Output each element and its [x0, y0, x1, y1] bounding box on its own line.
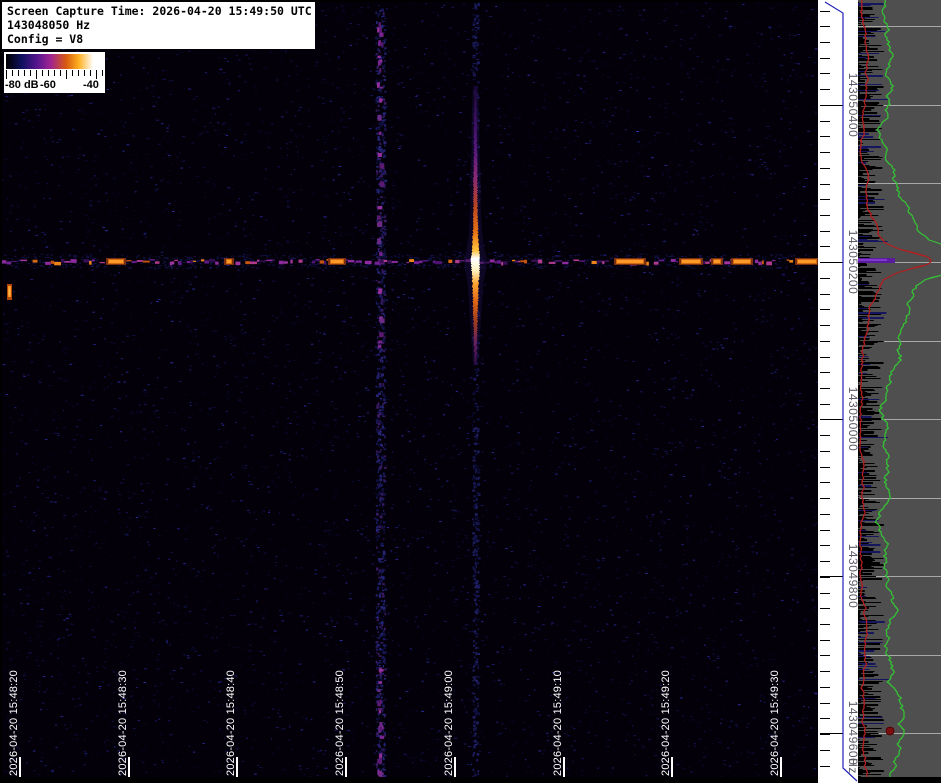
- receiver-frequency-text: 143048050 Hz: [7, 18, 91, 32]
- time-axis-label: 2026-04-20 15:49:10: [552, 670, 564, 776]
- legend-min-label: -80 dB: [5, 79, 39, 91]
- legend-tick-ruler: [6, 70, 103, 79]
- spectrum-panel-canvas: [858, 0, 941, 783]
- frequency-unit-label: Hz: [846, 758, 860, 774]
- frequency-axis-label: 143050200: [846, 229, 860, 295]
- frequency-axis-label: 143049600: [846, 700, 860, 766]
- spectrogram-screen-capture: Screen Capture Time: 2026-04-20 15:49:50…: [0, 0, 941, 783]
- capture-time-text: Screen Capture Time: 2026-04-20 15:49:50…: [7, 4, 312, 18]
- time-axis-label: 2026-04-20 15:49:00: [443, 670, 455, 776]
- legend-mid-label: -60: [40, 79, 56, 91]
- time-axis-label: 2026-04-20 15:48:30: [117, 670, 129, 776]
- color-gradient-bar: [6, 54, 103, 69]
- time-axis-label: 2026-04-20 15:48:40: [225, 670, 237, 776]
- time-axis-label: 2026-04-20 15:49:20: [660, 670, 672, 776]
- time-axis-label: 2026-04-20 15:48:20: [8, 670, 20, 776]
- info-box: Screen Capture Time: 2026-04-20 15:49:50…: [2, 2, 315, 49]
- legend-max-label: -40: [83, 79, 99, 91]
- color-scale-legend: -80 dB -60 -40: [4, 52, 105, 93]
- waterfall-spectrogram-canvas: [2, 2, 818, 777]
- config-text: Config = V8: [7, 32, 84, 46]
- frequency-axis-label: 143050000: [846, 386, 860, 452]
- time-axis-label: 2026-04-20 15:48:50: [334, 670, 346, 776]
- frequency-axis-label: 143050400: [846, 72, 860, 138]
- frequency-axis-label: 143049800: [846, 543, 860, 609]
- time-axis-label: 2026-04-20 15:49:30: [769, 670, 781, 776]
